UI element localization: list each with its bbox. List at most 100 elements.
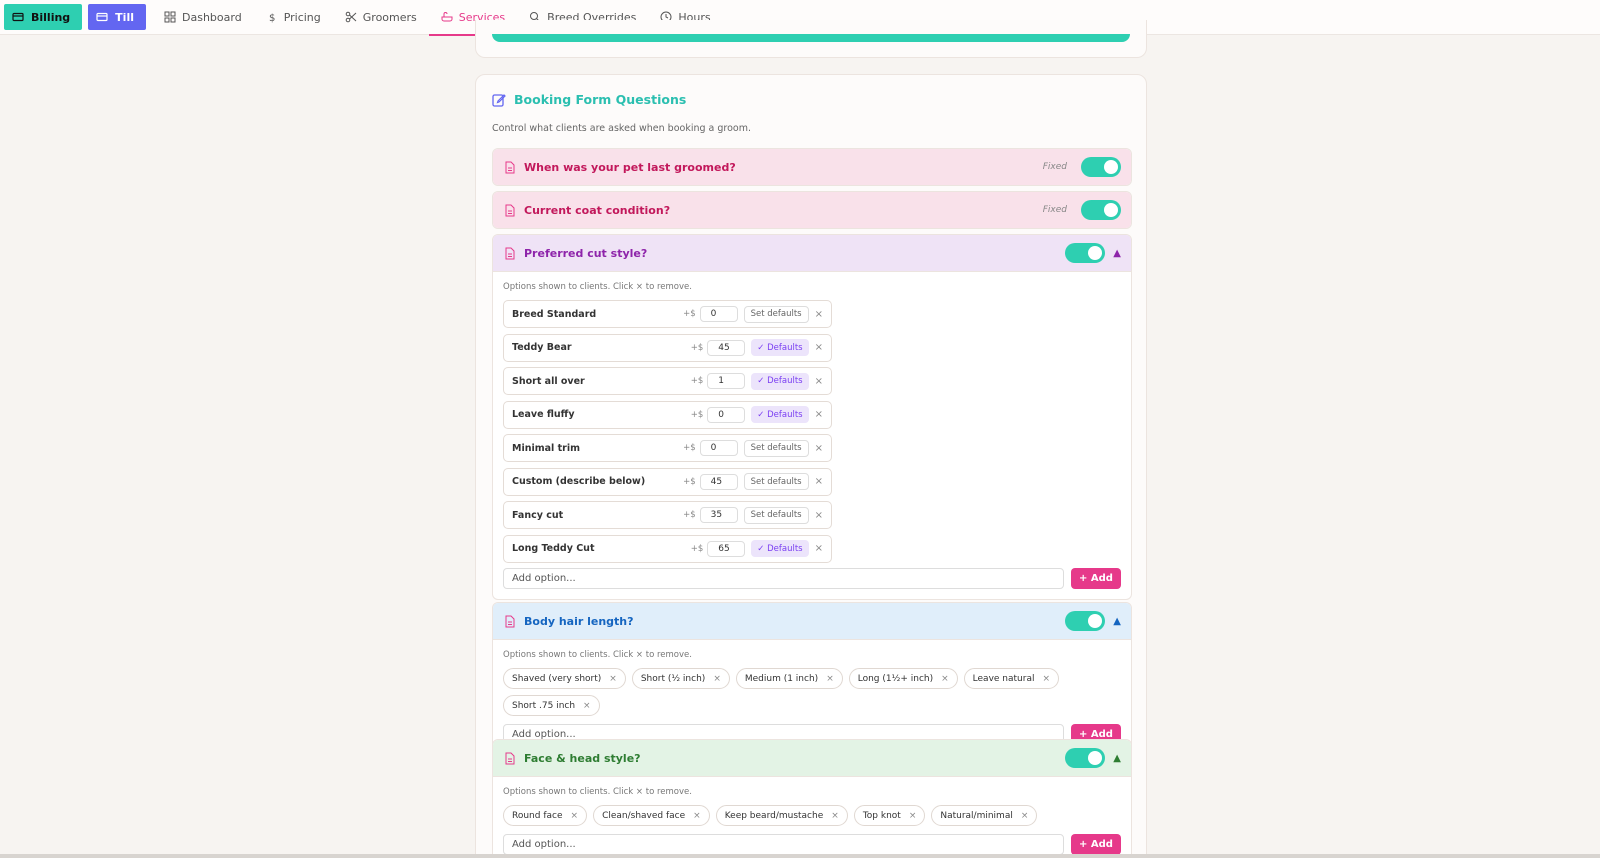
chip-label: Long (1½+ inch) <box>857 673 934 684</box>
question-toggle[interactable] <box>1081 157 1121 177</box>
remove-chip-icon[interactable]: × <box>1021 811 1029 821</box>
add-option-row: Add option... + Add <box>503 568 1121 589</box>
defaults-button[interactable]: Set defaults <box>743 439 809 457</box>
defaults-button[interactable]: ✓ Defaults <box>751 406 809 423</box>
option-row: Minimal trim +$ 0 Set defaults × <box>503 434 832 462</box>
defaults-button[interactable]: Set defaults <box>743 506 809 524</box>
chip-label: Short .75 inch <box>512 700 576 711</box>
chip-label: Leave natural <box>972 673 1035 684</box>
remove-option-icon[interactable]: × <box>815 476 823 487</box>
price-input[interactable]: 0 <box>707 406 746 423</box>
option-chip: Round face × <box>503 805 588 826</box>
remove-option-icon[interactable]: × <box>815 543 823 554</box>
price-input[interactable]: 45 <box>707 339 746 356</box>
question-title: When was your pet last groomed? <box>524 160 736 174</box>
remove-chip-icon[interactable]: × <box>941 674 949 684</box>
edit-icon <box>492 93 506 107</box>
remove-option-icon[interactable]: × <box>815 510 823 521</box>
price-prefix: +$ <box>683 443 696 453</box>
question-header: Body hair length? ▲ <box>493 603 1131 639</box>
chip-label: Natural/minimal <box>940 810 1013 821</box>
remove-chip-icon[interactable]: × <box>571 811 579 821</box>
till-label: Till <box>115 10 134 24</box>
horizontal-scrollbar[interactable] <box>0 854 1600 858</box>
option-chip: Natural/minimal × <box>931 805 1038 826</box>
question-toggle[interactable] <box>1065 748 1106 768</box>
option-name: Teddy Bear <box>512 342 572 353</box>
question-header: Preferred cut style? ▲ <box>493 235 1131 271</box>
nav-pricing[interactable]: $ Pricing <box>254 0 333 35</box>
remove-chip-icon[interactable]: × <box>909 811 917 821</box>
remove-chip-icon[interactable]: × <box>713 674 721 684</box>
option-chip: Shaved (very short) × <box>503 668 626 689</box>
price-input[interactable]: 1 <box>707 373 746 389</box>
price-input[interactable]: 45 <box>699 473 738 490</box>
nav-dashboard[interactable]: Dashboard <box>152 0 254 35</box>
collapse-caret-icon[interactable]: ▲ <box>1113 616 1121 627</box>
nav-groomers[interactable]: Groomers <box>333 0 429 35</box>
remove-option-icon[interactable]: × <box>815 376 823 387</box>
question-toggle[interactable] <box>1065 243 1106 263</box>
add-option-button[interactable]: + Add <box>1071 568 1121 589</box>
collapse-caret-icon[interactable]: ▲ <box>1113 248 1121 259</box>
remove-chip-icon[interactable]: × <box>831 811 839 821</box>
defaults-button[interactable]: ✓ Defaults <box>751 540 809 557</box>
options-hint: Options shown to clients. Click × to rem… <box>503 282 692 292</box>
add-option-input[interactable]: Add option... <box>503 568 1064 589</box>
defaults-button[interactable]: ✓ Defaults <box>751 339 809 356</box>
remove-option-icon[interactable]: × <box>815 342 823 353</box>
remove-chip-icon[interactable]: × <box>1042 674 1050 684</box>
till-button[interactable]: Till <box>88 4 146 30</box>
question-toggle[interactable] <box>1081 200 1121 220</box>
option-row: Fancy cut +$ 35 Set defaults × <box>503 501 832 529</box>
option-name: Short all over <box>512 375 585 387</box>
price-prefix: +$ <box>690 409 704 420</box>
remove-option-icon[interactable]: × <box>815 409 823 420</box>
option-name: Minimal trim <box>512 442 580 454</box>
remove-option-icon[interactable]: × <box>815 309 823 320</box>
question-toggle[interactable] <box>1065 611 1106 631</box>
face-chips: Round face × Clean/shaved face × Keep beard/… <box>503 805 1121 826</box>
nav-dashboard-label: Dashboard <box>182 10 242 24</box>
fixed-label: Fixed <box>1042 205 1067 215</box>
card-title: Booking Form Questions <box>492 92 686 107</box>
nav-pricing-label: Pricing <box>283 10 321 24</box>
remove-chip-icon[interactable]: × <box>826 674 834 684</box>
card-icon <box>12 12 24 22</box>
price-input[interactable]: 65 <box>707 540 746 557</box>
chip-label: Round face <box>512 810 563 821</box>
remove-option-icon[interactable]: × <box>815 443 823 454</box>
chip-label: Top knot <box>862 810 901 821</box>
option-name: Breed Standard <box>512 308 597 320</box>
add-option-button[interactable]: + Add <box>1071 834 1121 855</box>
remove-chip-icon[interactable]: × <box>583 701 591 711</box>
defaults-button[interactable]: Set defaults <box>743 473 809 490</box>
add-option-input[interactable]: Add option... <box>503 834 1064 855</box>
option-chip: Short (½ inch) × <box>631 668 730 689</box>
chip-label: Clean/shaved face <box>602 810 686 821</box>
remove-chip-icon[interactable]: × <box>609 674 617 684</box>
billing-button[interactable]: Billing <box>4 4 83 30</box>
question-last-groomed: When was your pet last groomed? Fixed <box>492 148 1132 186</box>
billing-label: Billing <box>31 10 71 24</box>
price-input[interactable]: 35 <box>699 507 738 523</box>
collapse-caret-icon[interactable]: ▲ <box>1113 753 1121 764</box>
remove-chip-icon[interactable]: × <box>693 811 701 821</box>
price-input[interactable]: 0 <box>699 440 738 456</box>
chip-label: Short (½ inch) <box>640 673 706 684</box>
cut-options-list: Breed Standard +$ 0 Set defaults × Teddy Bear… <box>503 300 1121 563</box>
defaults-button[interactable]: Set defaults <box>743 305 809 323</box>
option-chip: Long (1½+ inch) × <box>848 668 958 689</box>
options-hint: Options shown to clients. Click × to rem… <box>503 787 692 797</box>
chip-label: Medium (1 inch) <box>744 673 819 684</box>
option-name: Leave fluffy <box>512 409 575 420</box>
scissors-icon <box>345 11 357 23</box>
price-input[interactable]: 0 <box>699 306 738 322</box>
bath-icon <box>441 12 453 22</box>
document-icon <box>505 247 515 259</box>
option-chip: Top knot × <box>853 805 926 826</box>
card-description: Control what clients are asked when book… <box>492 123 752 134</box>
defaults-button[interactable]: ✓ Defaults <box>751 372 809 390</box>
price-prefix: +$ <box>690 543 704 554</box>
grid-icon <box>164 11 176 23</box>
